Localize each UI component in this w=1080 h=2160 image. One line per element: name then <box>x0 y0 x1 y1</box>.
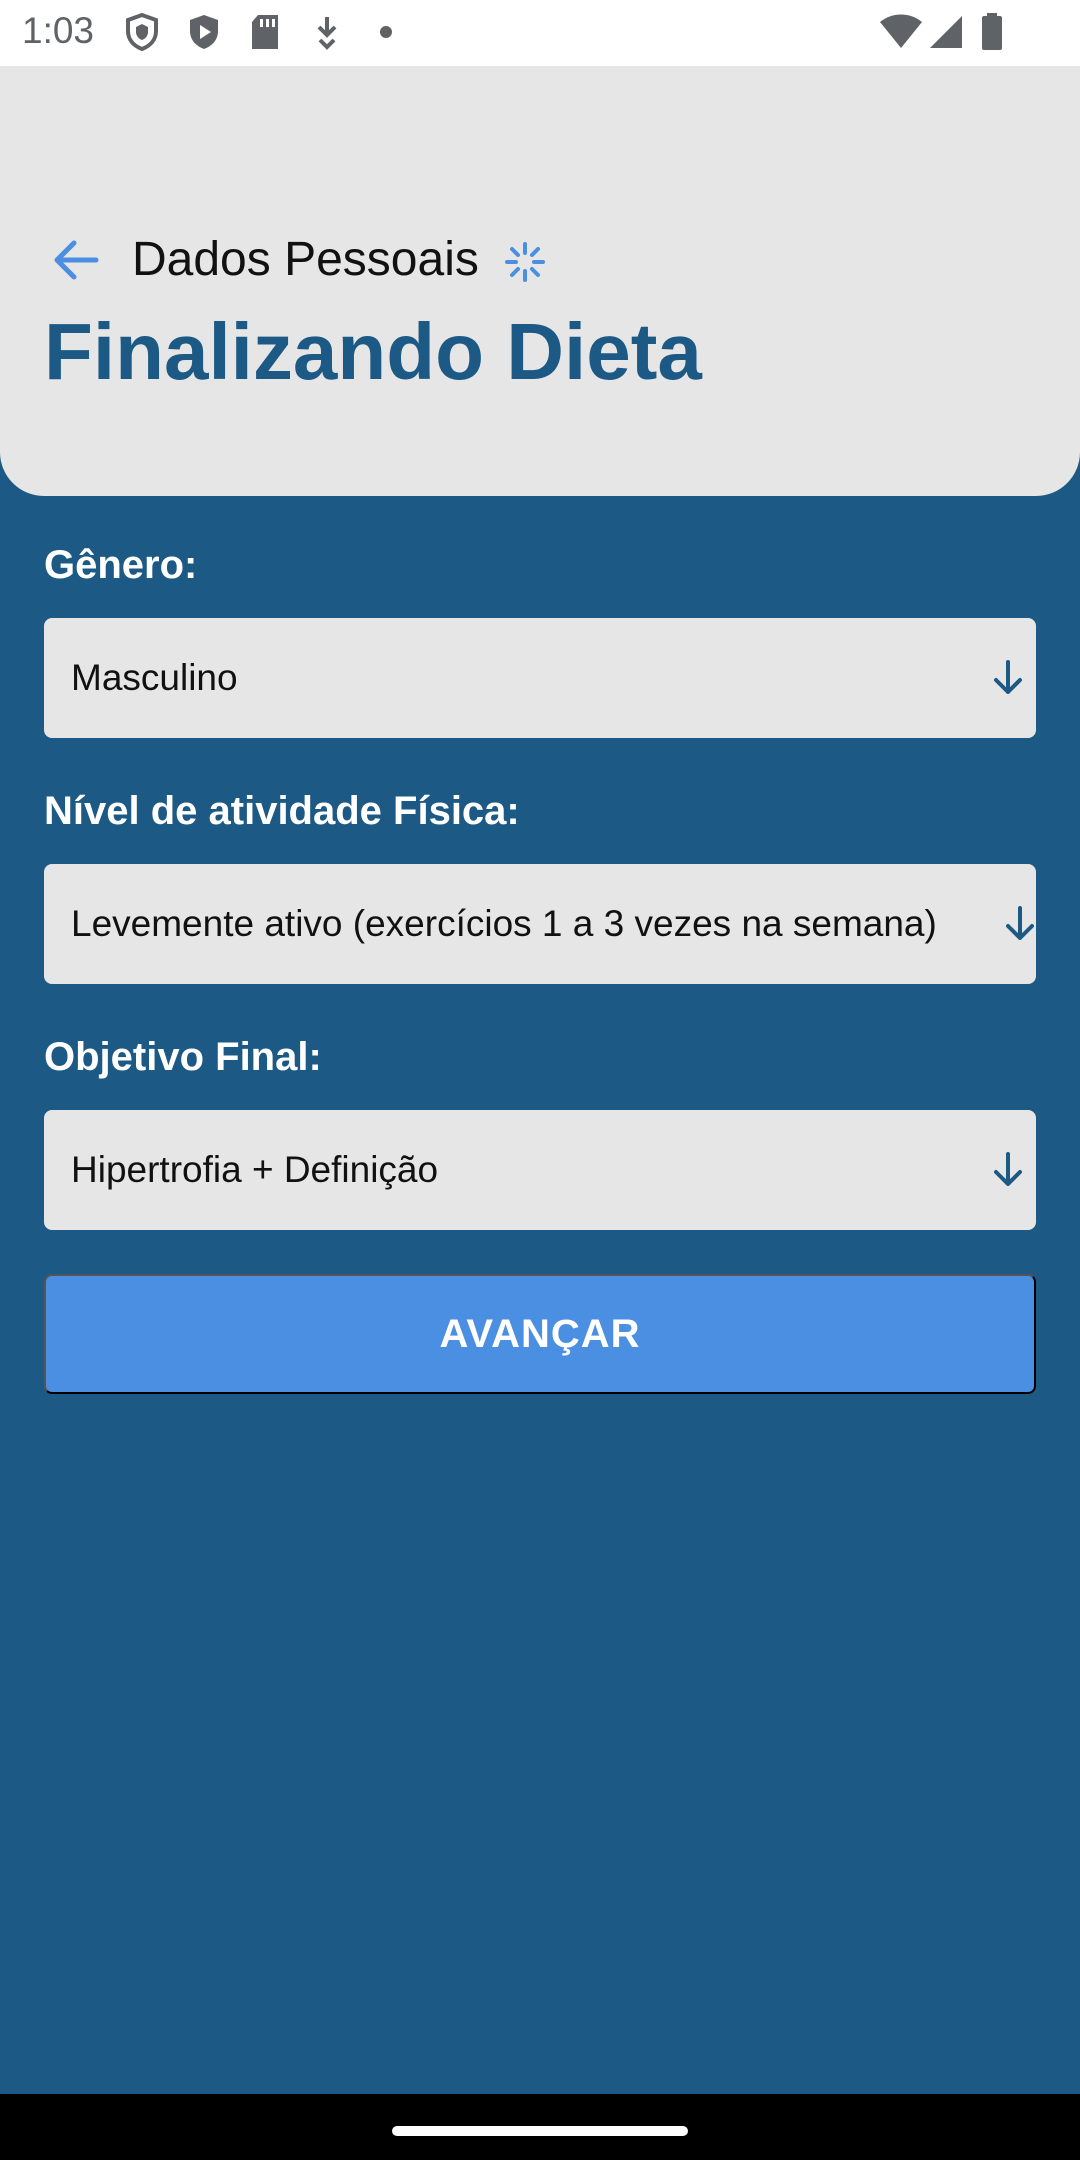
goal-label: Objetivo Final: <box>44 1035 322 1079</box>
arrow-down-icon <box>1006 906 1034 940</box>
goal-select-value: Hipertrofia + Definição <box>71 1149 439 1190</box>
header-subtitle: Dados Pessoais <box>132 233 479 286</box>
goal-select[interactable]: Hipertrofia + Definição <box>44 1110 1036 1230</box>
sd-card-icon <box>252 15 278 49</box>
page-title: Finalizando Dieta <box>44 307 702 396</box>
spinner-icon <box>505 242 545 282</box>
back-button[interactable] <box>48 232 104 288</box>
gender-select[interactable]: Masculino <box>44 618 1036 738</box>
arrow-down-icon <box>994 1152 1022 1186</box>
status-time: 1:03 <box>22 10 95 51</box>
shield-outline-icon <box>126 12 158 52</box>
gender-label: Gênero: <box>44 543 198 587</box>
shield-play-icon <box>190 15 218 49</box>
gender-select-value: Masculino <box>71 657 238 698</box>
activity-select[interactable]: Levemente ativo (exercícios 1 a 3 vezes … <box>44 864 1036 984</box>
download-icon <box>317 17 337 50</box>
cellular-signal-icon <box>930 16 962 48</box>
status-bar: 1:03 <box>0 0 1080 66</box>
home-gesture-handle[interactable] <box>392 2126 688 2136</box>
battery-icon <box>982 13 1002 50</box>
activity-select-value: Levemente ativo (exercícios 1 a 3 vezes … <box>71 903 937 944</box>
arrow-down-icon <box>994 660 1022 694</box>
advance-button[interactable]: AVANÇAR <box>44 1274 1036 1394</box>
activity-label: Nível de atividade Física: <box>44 789 520 833</box>
arrow-left-icon <box>54 240 99 280</box>
dot-icon <box>380 26 392 38</box>
wifi-icon <box>880 14 922 48</box>
